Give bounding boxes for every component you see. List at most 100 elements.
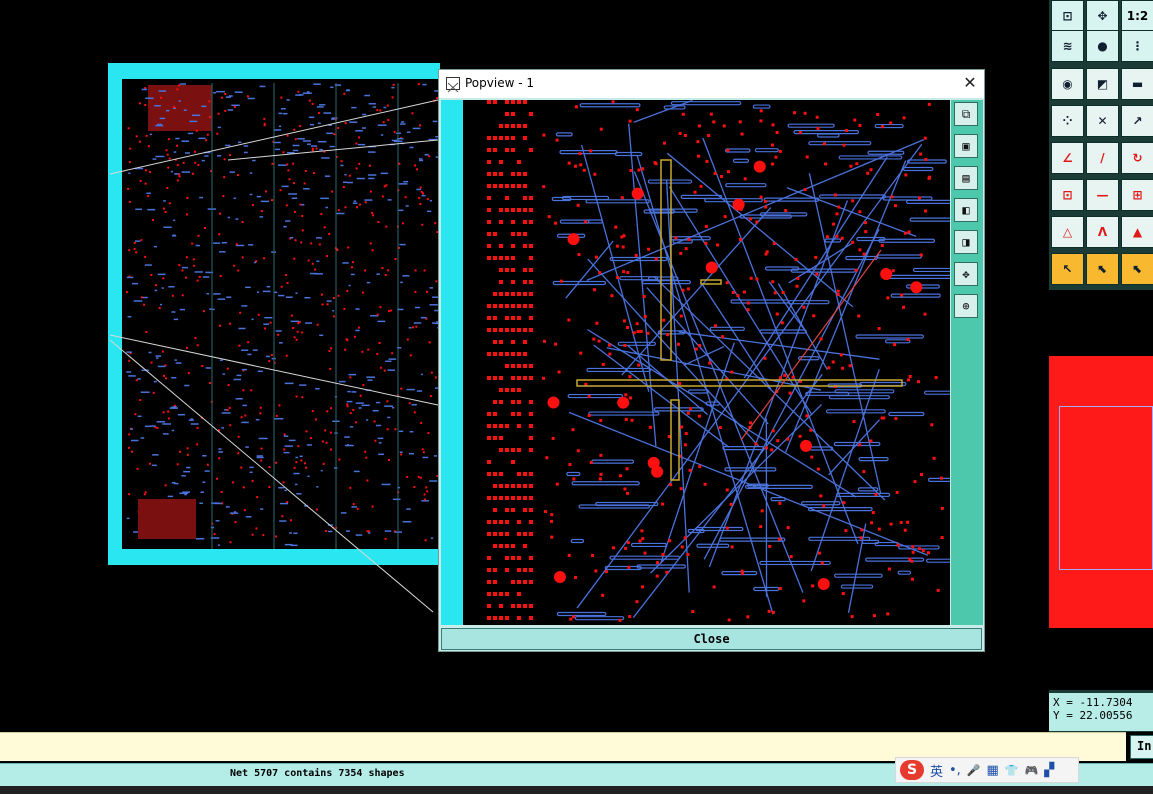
net-highlight-icon[interactable]: ⋮ (1121, 30, 1153, 62)
zoomed-via (674, 236, 678, 240)
zoomed-via (697, 154, 701, 158)
popview-window[interactable]: Popview - 1 ✕ ⧉ ▣ ▤ ◧ ◨ ✥ ⊕ Close (438, 69, 985, 652)
ime-toolbar[interactable]: S 英 •, 🎤 ▦ 👕 🎮 ▞ (895, 757, 1079, 783)
popview-tool-left-icon[interactable]: ◧ (954, 198, 978, 222)
zoomed-via (679, 314, 683, 318)
close-icon[interactable]: ✕ (961, 73, 979, 93)
zoomed-pad (517, 532, 521, 536)
microphone-icon[interactable]: 🎤 (967, 764, 981, 777)
route-tool-icon[interactable]: ≋ (1051, 30, 1084, 62)
component-icon[interactable]: ● (1086, 30, 1119, 62)
zoomed-via (849, 164, 853, 168)
popview-tool-expand-icon[interactable]: ✥ (954, 262, 978, 286)
vertex-icon[interactable]: Λ (1086, 216, 1119, 248)
mini-view[interactable] (1049, 290, 1153, 690)
zoomed-via (786, 526, 790, 530)
zoomed-via (577, 253, 581, 257)
zoomed-pad (517, 316, 521, 320)
zoomed-pad (493, 568, 497, 572)
triangle-icon[interactable]: △ (1051, 216, 1084, 248)
zoomed-pad (523, 580, 527, 584)
place-via-icon[interactable]: ◉ (1051, 68, 1084, 100)
zoomed-via (795, 284, 799, 288)
ime-punct-icon[interactable]: •, (949, 763, 961, 778)
zoomed-via (625, 325, 629, 329)
zoomed-via (798, 131, 802, 135)
zoomed-via (722, 124, 726, 128)
zoomed-via (864, 230, 868, 234)
zoomed-pad (523, 544, 527, 548)
select-snap-icon[interactable]: ⬉ (1121, 253, 1153, 285)
zoomed-pad (517, 400, 521, 404)
line-icon[interactable]: — (1086, 179, 1119, 211)
zoomed-pcb-canvas[interactable] (441, 100, 950, 625)
popview-tool-window-icon[interactable]: ⧉ (954, 102, 978, 126)
pan-icon[interactable]: ✥ (1086, 0, 1119, 32)
zoomed-via (661, 502, 665, 506)
zoomed-via (618, 618, 622, 622)
popview-tool-zoom-icon[interactable]: ⊕ (954, 294, 978, 318)
add-node-icon[interactable]: ⊡ (1051, 179, 1084, 211)
zoomed-via (827, 366, 831, 370)
zoomed-via (704, 241, 708, 245)
zoomed-via (599, 127, 603, 131)
skin-icon[interactable]: 👕 (1005, 764, 1019, 777)
select-arrow-icon[interactable]: ↖ (1051, 253, 1084, 285)
zoomed-via (635, 600, 639, 604)
zoom-ratio-icon[interactable]: 1:2 (1121, 0, 1153, 32)
ruler-icon[interactable]: ▬ (1121, 68, 1153, 100)
zoomed-via (924, 157, 928, 161)
zoomed-trace (819, 194, 886, 199)
popview-tool-screen-icon[interactable]: ▤ (954, 166, 978, 190)
zoomed-via (669, 483, 673, 487)
zoomed-via (719, 174, 723, 178)
zoomed-pad (523, 508, 527, 512)
ime-logo-icon[interactable]: S (900, 760, 924, 780)
popview-tool-print-icon[interactable]: ▣ (954, 134, 978, 158)
move-pin-icon[interactable]: ↗ (1121, 105, 1153, 137)
zoomed-pad (499, 292, 503, 296)
in-button[interactable]: In (1130, 735, 1153, 759)
diagonal-route-icon[interactable]: / (1086, 142, 1119, 174)
zoomed-trace (924, 390, 950, 395)
zoomed-pad (505, 136, 509, 140)
zoomed-pad (523, 244, 527, 248)
angle-route-icon[interactable]: ∠ (1051, 142, 1084, 174)
zoomed-pad (487, 520, 491, 524)
zoomed-pad (529, 304, 533, 308)
zoomed-pad (487, 232, 491, 236)
zoomed-pad (511, 508, 515, 512)
zoomed-via (557, 370, 561, 374)
zoomed-via (768, 544, 772, 548)
zoomed-via (749, 217, 753, 221)
zoomed-via (592, 337, 596, 341)
zoomed-via (794, 257, 798, 261)
zoomed-via (611, 546, 615, 550)
zoomed-trace (604, 565, 642, 571)
keyboard-icon[interactable]: ▦ (987, 763, 999, 778)
zoomed-trace (874, 123, 904, 129)
popview-zoomed-view[interactable] (441, 100, 950, 625)
arc-icon[interactable]: ↻ (1121, 142, 1153, 174)
popview-titlebar[interactable]: Popview - 1 ✕ (439, 70, 984, 98)
zoomed-trace (787, 123, 835, 128)
grid-icon[interactable]: ▞ (1044, 763, 1054, 778)
polygon-icon[interactable]: ◩ (1086, 68, 1119, 100)
ime-lang-toggle[interactable]: 英 (930, 761, 943, 780)
cross-icon[interactable]: ✕ (1086, 105, 1119, 137)
pin-icon[interactable]: ⁘ (1051, 105, 1084, 137)
zoomed-via (567, 553, 571, 557)
popview-tool-right-icon[interactable]: ◨ (954, 230, 978, 254)
fit-icon[interactable]: ⊡ (1051, 0, 1084, 32)
zoomed-via (640, 529, 644, 533)
game-icon[interactable]: 🎮 (1025, 764, 1039, 777)
zoomed-via (759, 525, 763, 529)
zoomed-via (686, 411, 690, 415)
shape-icon[interactable]: ▲ (1121, 216, 1153, 248)
zoomed-via (759, 109, 763, 113)
bus-icon[interactable]: ⊞ (1121, 179, 1153, 211)
select-box-icon[interactable]: ⬉ (1086, 253, 1119, 285)
close-button[interactable]: Close (441, 628, 982, 650)
zoomed-trace (867, 150, 905, 155)
zoomed-pad (511, 100, 515, 104)
